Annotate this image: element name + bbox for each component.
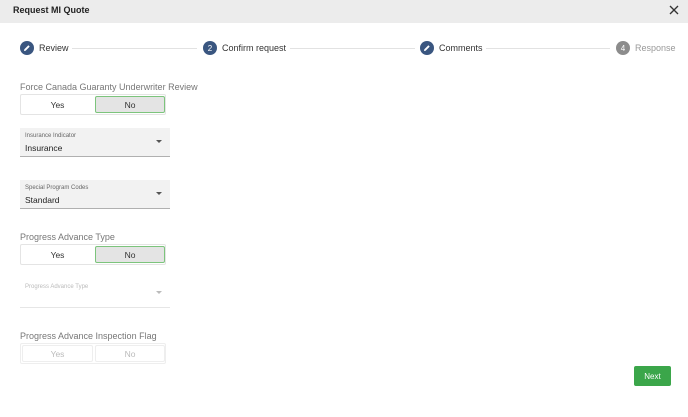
chevron-down-icon: [156, 192, 162, 195]
step-number: 4: [616, 41, 630, 55]
progress-advance-type-select-label: Progress Advance Type: [25, 284, 89, 290]
step-connector: [290, 48, 415, 49]
step-connector: [486, 48, 610, 49]
force-review-yes-button[interactable]: Yes: [22, 96, 93, 113]
dialog-title: Request MI Quote: [13, 5, 90, 15]
step-label: Comments: [439, 43, 483, 53]
dialog-header: Request MI Quote: [0, 0, 688, 23]
step-response[interactable]: 4 Response: [616, 40, 676, 56]
step-confirm-request[interactable]: 2 Confirm request: [203, 40, 286, 56]
force-review-toggle: Yes No: [20, 94, 166, 115]
step-label: Response: [635, 43, 676, 53]
step-number: 2: [203, 41, 217, 55]
close-icon[interactable]: [667, 3, 681, 17]
step-label: Review: [39, 43, 69, 53]
inspection-flag-label: Progress Advance Inspection Flag: [20, 331, 157, 341]
force-review-no-button[interactable]: No: [95, 96, 165, 113]
pencil-icon: [420, 41, 434, 55]
insurance-indicator-value: Insurance: [25, 143, 63, 153]
progress-advance-type-label: Progress Advance Type: [20, 232, 115, 242]
special-program-codes-label: Special Program Codes: [25, 185, 89, 191]
special-program-codes-select[interactable]: Special Program Codes Standard: [20, 180, 170, 209]
stepper: Review 2 Confirm request Comments 4 Resp…: [0, 40, 688, 58]
progress-advance-type-no-button[interactable]: No: [95, 246, 165, 263]
insurance-indicator-label: Insurance Indicator: [25, 133, 77, 139]
insurance-indicator-select[interactable]: Insurance Indicator Insurance: [20, 128, 170, 157]
inspection-flag-no-button: No: [95, 345, 165, 362]
chevron-down-icon: [156, 140, 162, 143]
step-review[interactable]: Review: [20, 40, 69, 56]
inspection-flag-toggle: Yes No: [20, 343, 166, 364]
progress-advance-type-select: Progress Advance Type: [20, 279, 170, 308]
pencil-icon: [20, 41, 34, 55]
step-comments[interactable]: Comments: [420, 40, 483, 56]
force-review-label: Force Canada Guaranty Underwriter Review: [20, 82, 198, 92]
step-connector: [72, 48, 197, 49]
next-button[interactable]: Next: [634, 366, 671, 386]
inspection-flag-yes-button: Yes: [22, 345, 93, 362]
chevron-down-icon: [156, 291, 162, 294]
close-button[interactable]: [667, 3, 681, 17]
progress-advance-type-yes-button[interactable]: Yes: [22, 246, 93, 263]
step-label: Confirm request: [222, 43, 287, 53]
progress-advance-type-toggle: Yes No: [20, 244, 166, 265]
special-program-codes-value: Standard: [25, 195, 60, 205]
